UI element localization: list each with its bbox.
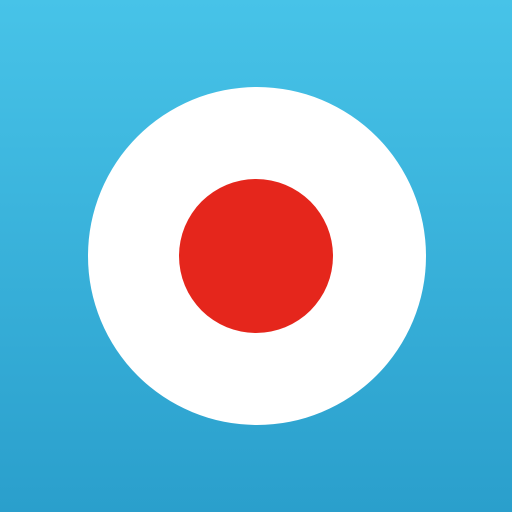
- app-icon: [0, 0, 512, 512]
- inner-red-dot: [179, 179, 333, 333]
- record-button-icon: [0, 0, 512, 512]
